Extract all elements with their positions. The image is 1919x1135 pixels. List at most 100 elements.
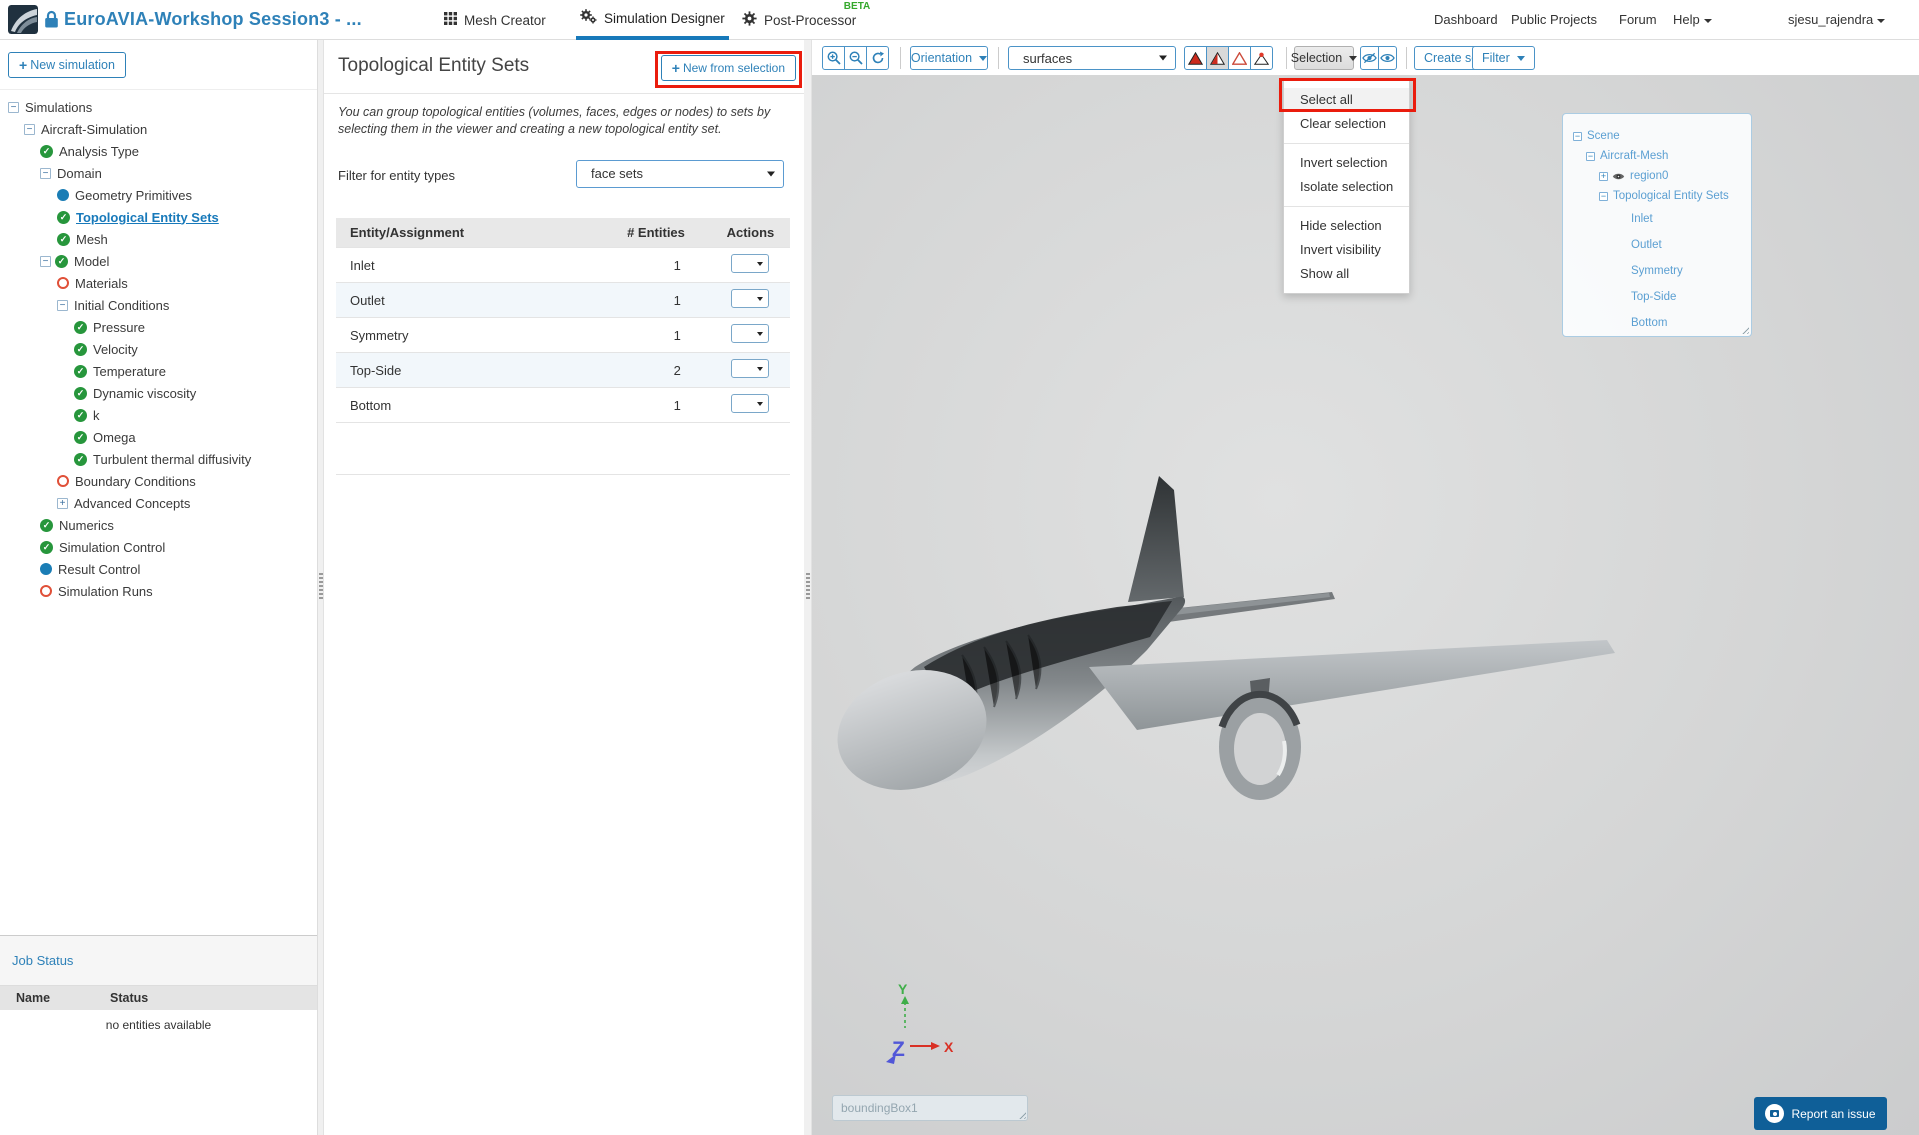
zoom-button-group [822,46,889,70]
pick-vertex-icon[interactable] [1250,46,1273,70]
collapse-icon[interactable]: − [24,123,35,135]
check-status-icon: ✓ [74,364,87,378]
collapse-icon[interactable]: − [1586,151,1595,161]
row-actions-select[interactable] [731,324,770,344]
scene-item-topological-entity-sets[interactable]: − Topological Entity Sets [1563,186,1751,206]
check-status-icon: ✓ [74,430,87,444]
bounding-box-name-input[interactable] [832,1095,1028,1121]
tab-post-processor[interactable]: Post-Processor BETA [742,0,870,40]
menu-item-isolate-selection[interactable]: Isolate selection [1284,175,1409,199]
filter-button[interactable]: Filter [1472,46,1535,70]
sidebar-item-aircraft-simulation[interactable]: − Aircraft-Simulation [0,118,317,140]
scene-item-scene[interactable]: − Scene [1563,126,1751,146]
sidebar-item-turbulent-thermal-diffusivity[interactable]: ✓ Turbulent thermal diffusivity [0,448,317,470]
sidebar-item-label: Omega [93,429,136,445]
user-menu[interactable]: sjesu_rajendra [1788,12,1886,27]
orientation-button[interactable]: Orientation [910,46,988,70]
viewer-toolbar: Orientation surfaces Selection Create se… [812,40,1919,75]
menu-item-select-all[interactable]: Select all [1284,88,1409,112]
sidebar-item-domain[interactable]: − Domain [0,162,317,184]
entity-type-filter-select[interactable]: face sets [576,159,784,188]
new-from-selection-button[interactable]: + New from selection [660,55,796,81]
grip-icon [805,573,810,599]
pick-solid-face-icon[interactable] [1184,46,1207,70]
sidebar-item-dynamic-viscosity[interactable]: ✓ Dynamic viscosity [0,382,317,404]
collapse-icon[interactable]: − [1573,131,1582,141]
sidebar-item-advanced-concepts[interactable]: + Advanced Concepts [0,492,317,514]
sidebar-item-simulation-control[interactable]: ✓ Simulation Control [0,536,317,558]
scene-item-label: region0 [1630,170,1669,182]
entity-name: Symmetry [336,317,549,353]
check-status-icon: ✓ [40,540,53,554]
panel-title: Topological Entity Sets [338,55,530,76]
refresh-view-button[interactable] [866,46,889,70]
new-simulation-button[interactable]: + New simulation [8,52,126,78]
collapse-icon[interactable]: − [8,101,19,113]
collapse-icon[interactable]: − [40,167,51,179]
tab-mesh-creator[interactable]: Mesh Creator [444,0,546,40]
table-empty-row [336,422,790,476]
collapse-icon[interactable]: − [1599,191,1608,201]
scene-item-inlet[interactable]: Inlet [1563,206,1751,232]
scene-item-top-side[interactable]: Top-Side [1563,284,1751,310]
row-actions-select[interactable] [731,394,770,414]
selection-menu-button[interactable]: Selection [1291,46,1358,70]
tab-simulation-designer[interactable]: Simulation Designer [576,0,729,40]
report-issue-button[interactable]: Report an issue [1754,1097,1887,1130]
column-name: Name [16,991,51,1005]
scene-item-outlet[interactable]: Outlet [1563,232,1751,258]
menu-item-hide-selection[interactable]: Hide selection [1284,214,1409,238]
row-actions-select[interactable] [731,359,770,379]
sidebar-item-model[interactable]: − ✓ Model [0,250,317,272]
simscale-logo[interactable] [8,5,38,34]
scene-item-region0[interactable]: + region0 [1563,166,1751,186]
expand-icon[interactable]: + [1599,171,1608,181]
sidebar-item-topological-entity-sets[interactable]: ✓ Topological Entity Sets [0,206,317,228]
sidebar-item-label: Domain [57,165,102,181]
render-mode-select[interactable]: surfaces [1008,46,1176,70]
zoom-out-button[interactable] [844,46,867,70]
sidebar-item-temperature[interactable]: ✓ Temperature [0,360,317,382]
pick-outline-face-icon[interactable] [1228,46,1251,70]
tab-label: Mesh Creator [464,12,546,28]
row-actions-select[interactable] [731,289,770,309]
gears-icon [580,9,597,27]
sidebar-item-initial-conditions[interactable]: − Initial Conditions [0,294,317,316]
menu-item-invert-visibility[interactable]: Invert visibility [1284,238,1409,262]
sidebar-item-boundary-conditions[interactable]: Boundary Conditions [0,470,317,492]
expand-icon[interactable]: + [57,497,68,509]
collapse-icon[interactable]: − [40,255,51,267]
menu-item-show-all[interactable]: Show all [1284,262,1409,286]
nav-help-menu[interactable]: Help [1673,12,1712,27]
sidebar-item-simulations[interactable]: − Simulations [0,96,317,118]
incomplete-status-icon [57,277,69,289]
sidebar-item-numerics[interactable]: ✓ Numerics [0,514,317,536]
sidebar-item-analysis-type[interactable]: ✓ Analysis Type [0,140,317,162]
sidebar-item-mesh[interactable]: ✓ Mesh [0,228,317,250]
zoom-in-button[interactable] [822,46,845,70]
hide-eye-icon[interactable] [1360,46,1379,70]
show-eye-icon[interactable] [1378,46,1397,70]
nav-public-projects[interactable]: Public Projects [1511,12,1597,27]
menu-item-clear-selection[interactable]: Clear selection [1284,112,1409,136]
row-actions-select[interactable] [731,254,770,274]
nav-dashboard[interactable]: Dashboard [1434,12,1498,27]
sidebar-item-geometry-primitives[interactable]: Geometry Primitives [0,184,317,206]
sidebar-item-materials[interactable]: Materials [0,272,317,294]
scene-item-aircraft-mesh[interactable]: − Aircraft-Mesh [1563,146,1751,166]
sidebar-item-simulation-runs[interactable]: Simulation Runs [0,580,317,602]
panel-description: You can group topological entities (volu… [338,105,771,136]
collapse-icon[interactable]: − [57,299,68,311]
nav-forum[interactable]: Forum [1619,12,1657,27]
sidebar-item-k[interactable]: ✓ k [0,404,317,426]
pick-half-face-icon[interactable] [1206,46,1229,70]
sidebar-item-velocity[interactable]: ✓ Velocity [0,338,317,360]
scene-item-symmetry[interactable]: Symmetry [1563,258,1751,284]
sidebar-item-pressure[interactable]: ✓ Pressure [0,316,317,338]
panel-resize-handle-right[interactable] [804,40,812,1135]
menu-item-invert-selection[interactable]: Invert selection [1284,151,1409,175]
eye-icon[interactable] [1612,172,1625,181]
sidebar-item-omega[interactable]: ✓ Omega [0,426,317,448]
sidebar-item-result-control[interactable]: Result Control [0,558,317,580]
scene-item-bottom[interactable]: Bottom [1563,310,1751,336]
